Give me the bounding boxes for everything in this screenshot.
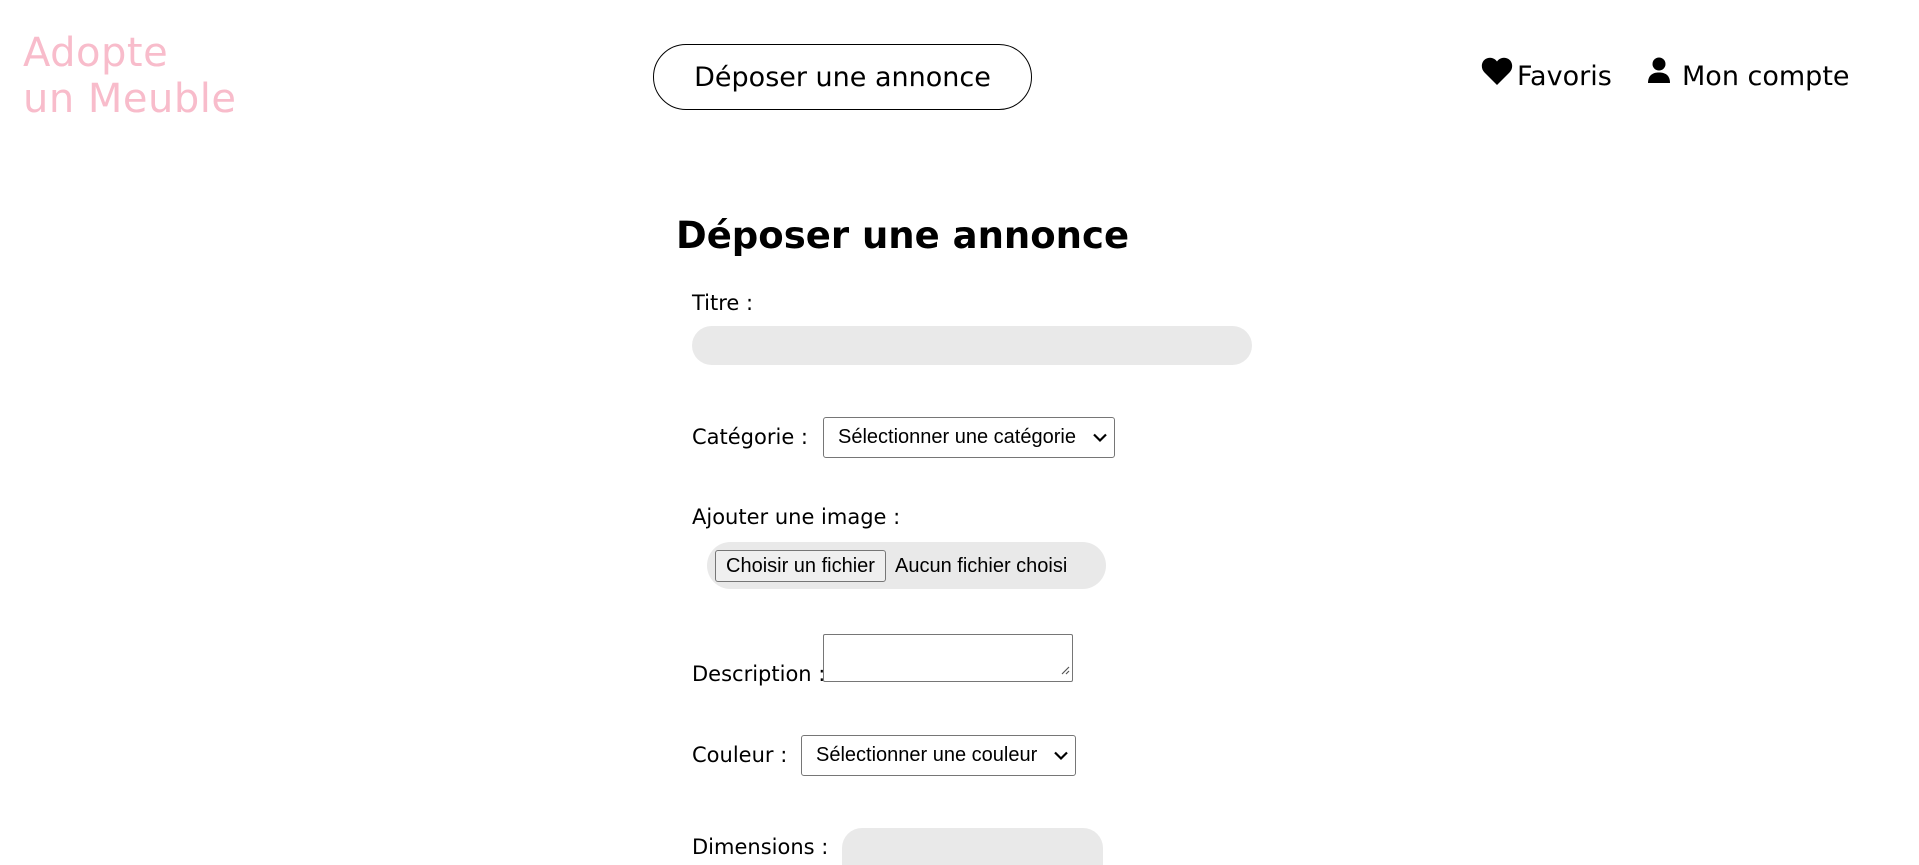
categorie-select[interactable]: Sélectionner une catégorie <box>823 417 1115 458</box>
dimensions-label: Dimensions : <box>692 835 829 859</box>
couleur-selected-value: Sélectionner une couleur <box>816 744 1038 766</box>
categorie-label: Catégorie : <box>692 425 809 449</box>
dimensions-input[interactable] <box>842 828 1103 865</box>
resize-grip-icon[interactable] <box>1060 660 1070 679</box>
file-input: Choisir un fichier Aucun fichier choisi <box>707 542 1106 589</box>
categorie-selected-value: Sélectionner une catégorie <box>838 426 1076 448</box>
description-label: Description : <box>692 662 826 686</box>
form-title: Déposer une annonce <box>676 214 1130 257</box>
couleur-label: Couleur : <box>692 743 788 767</box>
page: Adopte un Meuble Déposer une annonce Fav… <box>0 0 1919 865</box>
heart-icon <box>1481 56 1513 86</box>
account-link[interactable]: Mon compte <box>1648 54 1850 98</box>
user-icon <box>1648 57 1670 83</box>
choose-file-button[interactable]: Choisir un fichier <box>715 550 886 582</box>
image-label: Ajouter une image : <box>692 505 901 529</box>
chevron-down-icon <box>1053 744 1069 767</box>
titre-label: Titre : <box>692 291 754 315</box>
description-textarea[interactable] <box>823 634 1073 682</box>
favorites-link[interactable]: Favoris <box>1481 54 1612 98</box>
logo-line-1: Adopte <box>23 30 169 76</box>
couleur-select[interactable]: Sélectionner une couleur <box>801 735 1076 776</box>
favorites-label: Favoris <box>1517 60 1612 92</box>
titre-input[interactable] <box>692 326 1252 365</box>
site-logo[interactable]: Adopte un Meuble <box>23 30 237 122</box>
account-label: Mon compte <box>1682 60 1850 92</box>
logo-line-2: un Meuble <box>23 76 237 122</box>
chevron-down-icon <box>1092 426 1108 449</box>
deposit-ad-button[interactable]: Déposer une annonce <box>653 44 1032 110</box>
file-status-text: Aucun fichier choisi <box>895 555 1068 577</box>
